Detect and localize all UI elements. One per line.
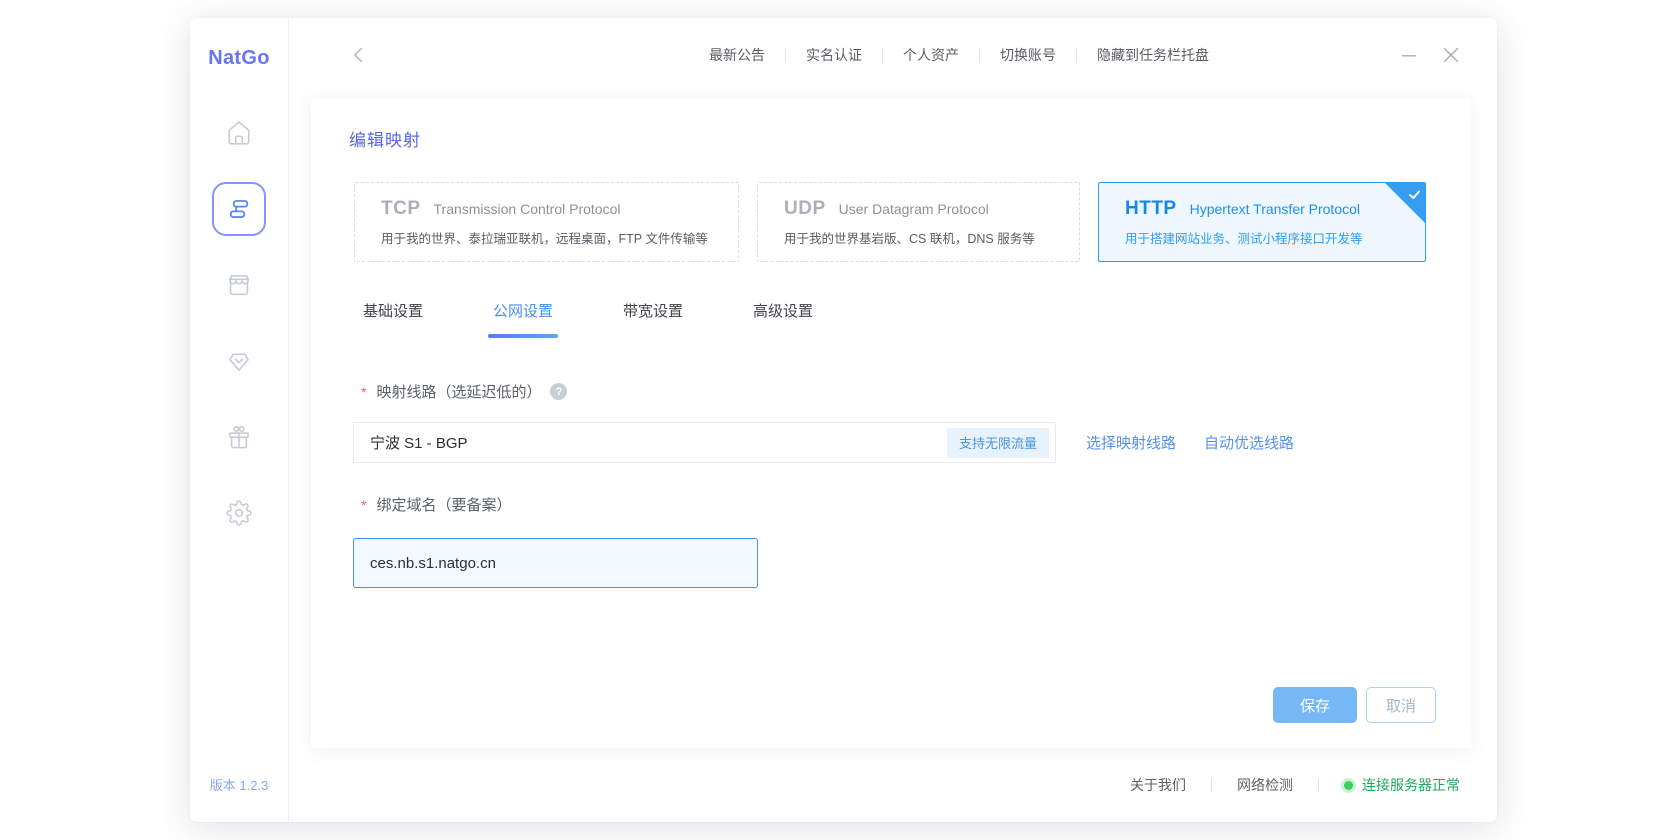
store-icon bbox=[226, 272, 252, 298]
bind-domain-label-text: 绑定域名（要备案） bbox=[376, 494, 511, 515]
protocol-name: HTTP bbox=[1125, 198, 1177, 220]
tab-public-network-settings[interactable]: 公网设置 bbox=[493, 300, 553, 338]
menu-item-verification[interactable]: 实名认证 bbox=[786, 45, 882, 65]
edit-mapping-panel: 编辑映射 TCP Transmission Control Protocol 用… bbox=[311, 98, 1471, 748]
sidebar-item-home[interactable] bbox=[212, 106, 266, 160]
menu-item-switch-account[interactable]: 切换账号 bbox=[980, 45, 1076, 65]
protocol-description: 用于搭建网站业务、测试小程序接口开发等 bbox=[1125, 228, 1417, 247]
mapping-line-label-text: 映射线路（选延迟低的） bbox=[376, 381, 541, 402]
mapping-line-links: 选择映射线路 自动优选线路 bbox=[1086, 422, 1294, 463]
tab-advanced-settings[interactable]: 高级设置 bbox=[753, 300, 813, 338]
protocol-name: UDP bbox=[784, 198, 826, 220]
select-line-link[interactable]: 选择映射线路 bbox=[1086, 432, 1176, 453]
status-dot-icon bbox=[1344, 781, 1353, 790]
server-status: 连接服务器正常 bbox=[1344, 775, 1460, 795]
page-title: 编辑映射 bbox=[349, 126, 421, 151]
protocol-card-tcp[interactable]: TCP Transmission Control Protocol 用于我的世界… bbox=[354, 182, 739, 262]
sidebar-item-settings[interactable] bbox=[212, 486, 266, 540]
gear-icon bbox=[226, 500, 252, 526]
title-bar: 最新公告 实名认证 个人资产 切换账号 隐藏到任务栏托盘 bbox=[289, 18, 1497, 92]
sidebar-item-mappings[interactable] bbox=[212, 182, 266, 236]
protocol-full-name: Transmission Control Protocol bbox=[434, 201, 621, 217]
home-icon bbox=[226, 120, 252, 146]
back-button[interactable] bbox=[348, 44, 370, 66]
app-window: NatGo bbox=[190, 18, 1497, 822]
protocol-description: 用于我的世界、泰拉瑞亚联机，远程桌面，FTP 文件传输等 bbox=[381, 228, 730, 247]
protocol-full-name: User Datagram Protocol bbox=[839, 201, 989, 217]
domain-input[interactable] bbox=[353, 538, 758, 588]
auto-select-line-link[interactable]: 自动优选线路 bbox=[1204, 432, 1294, 453]
menu-item-assets[interactable]: 个人资产 bbox=[883, 45, 979, 65]
sidebar-item-store[interactable] bbox=[212, 258, 266, 312]
vip-diamond-icon bbox=[226, 348, 252, 374]
save-button[interactable]: 保存 bbox=[1273, 687, 1357, 723]
network-check-link[interactable]: 网络检测 bbox=[1237, 775, 1293, 795]
required-marker: * bbox=[361, 497, 366, 513]
action-buttons: 保存 取消 bbox=[1273, 687, 1436, 723]
sidebar-item-rewards[interactable] bbox=[212, 410, 266, 464]
footer-divider bbox=[1211, 778, 1212, 792]
protocol-card-http[interactable]: HTTP Hypertext Transfer Protocol 用于搭建网站业… bbox=[1098, 182, 1426, 262]
protocol-card-udp[interactable]: UDP User Datagram Protocol 用于我的世界基岩版、CS … bbox=[757, 182, 1080, 262]
sidebar: NatGo bbox=[190, 18, 289, 822]
minimize-button[interactable] bbox=[1399, 45, 1419, 65]
mapping-line-field[interactable]: 宁波 S1 - BGP 支持无限流量 bbox=[353, 422, 1056, 463]
sidebar-nav bbox=[212, 106, 266, 540]
tab-basic-settings[interactable]: 基础设置 bbox=[363, 300, 423, 338]
top-menu: 最新公告 实名认证 个人资产 切换账号 隐藏到任务栏托盘 bbox=[689, 44, 1462, 66]
unlimited-traffic-badge: 支持无限流量 bbox=[947, 428, 1049, 458]
menu-item-announcements[interactable]: 最新公告 bbox=[689, 45, 785, 65]
settings-tabs: 基础设置 公网设置 带宽设置 高级设置 bbox=[363, 300, 813, 338]
window-controls bbox=[1399, 44, 1462, 66]
footer: 关于我们 网络检测 连接服务器正常 bbox=[289, 748, 1497, 822]
mapping-line-label: * 映射线路（选延迟低的） ? bbox=[361, 381, 567, 402]
protocol-full-name: Hypertext Transfer Protocol bbox=[1190, 201, 1360, 217]
checkmark-icon bbox=[1407, 187, 1422, 207]
app-logo: NatGo bbox=[208, 18, 270, 98]
close-button[interactable] bbox=[1440, 44, 1462, 66]
protocol-cards: TCP Transmission Control Protocol 用于我的世界… bbox=[354, 182, 1426, 262]
mapping-line-value: 宁波 S1 - BGP bbox=[370, 432, 468, 453]
protocol-description: 用于我的世界基岩版、CS 联机，DNS 服务等 bbox=[784, 228, 1071, 247]
cancel-button[interactable]: 取消 bbox=[1366, 687, 1436, 723]
menu-item-hide-to-tray[interactable]: 隐藏到任务栏托盘 bbox=[1077, 45, 1229, 65]
sidebar-item-vip[interactable] bbox=[212, 334, 266, 388]
protocol-name: TCP bbox=[381, 198, 421, 220]
tab-bandwidth-settings[interactable]: 带宽设置 bbox=[623, 300, 683, 338]
help-icon[interactable]: ? bbox=[550, 383, 567, 400]
app-version: 版本 1.2.3 bbox=[190, 775, 288, 794]
bind-domain-label: * 绑定域名（要备案） bbox=[361, 494, 511, 515]
required-marker: * bbox=[361, 384, 366, 400]
footer-divider bbox=[1318, 778, 1319, 792]
server-status-text: 连接服务器正常 bbox=[1362, 775, 1460, 795]
mapping-icon bbox=[226, 196, 252, 222]
gift-icon bbox=[226, 424, 252, 450]
about-us-link[interactable]: 关于我们 bbox=[1130, 775, 1186, 795]
main-area: 最新公告 实名认证 个人资产 切换账号 隐藏到任务栏托盘 bbox=[289, 18, 1497, 822]
